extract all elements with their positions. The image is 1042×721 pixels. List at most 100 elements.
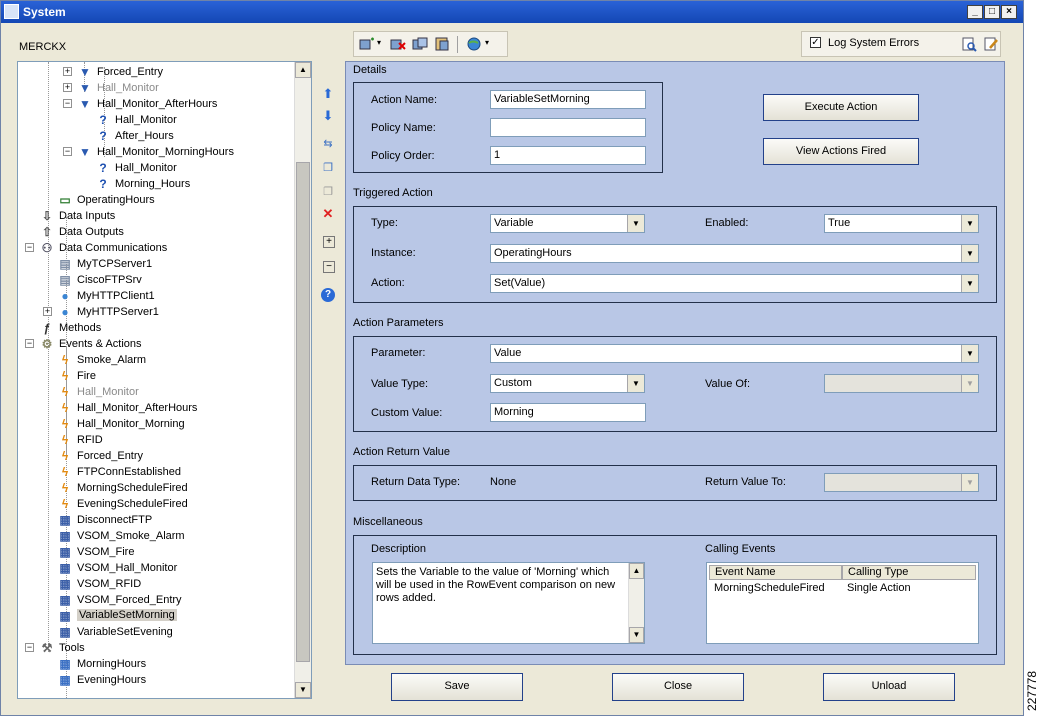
tree-item[interactable]: ϟ EveningScheduleFired: [18, 496, 296, 512]
close-button[interactable]: Close: [612, 673, 744, 701]
tree-item[interactable]: ▦ VSOM_Forced_Entry: [18, 592, 296, 608]
tree-item[interactable]: ▦ VariableSetEvening: [18, 624, 296, 640]
policy-order-field[interactable]: 1: [490, 146, 646, 165]
expand-icon[interactable]: +: [63, 83, 72, 92]
scroll-thumb[interactable]: [296, 162, 310, 662]
action-select[interactable]: Set(Value) ▼: [490, 274, 979, 293]
tree-item[interactable]: ? Hall_Monitor: [18, 160, 296, 176]
tree-item[interactable]: ⇧ Data Outputs: [18, 224, 296, 240]
tree-item[interactable]: ▦ VSOM_Smoke_Alarm: [18, 528, 296, 544]
delete-icon[interactable]: ✕: [320, 206, 336, 222]
move-in-icon[interactable]: ⇆: [320, 136, 336, 152]
tree-item[interactable]: ? After_Hours: [18, 128, 296, 144]
tree-item[interactable]: ▦ VSOM_Fire: [18, 544, 296, 560]
tree-item[interactable]: ▤ CiscoFTPSrv: [18, 272, 296, 288]
view-actions-fired-button[interactable]: View Actions Fired: [763, 138, 919, 165]
tree-item[interactable]: − ▼ Hall_Monitor_MorningHours: [18, 144, 296, 160]
type-select[interactable]: Variable ▼: [490, 214, 645, 233]
tree-item[interactable]: ▦ VSOM_RFID: [18, 576, 296, 592]
delete-item-icon[interactable]: [390, 37, 406, 51]
maximize-button[interactable]: □: [984, 5, 1000, 19]
copy-item-icon[interactable]: [412, 37, 428, 51]
value-type-select[interactable]: Custom ▼: [490, 374, 645, 393]
tree-item[interactable]: ϟ Smoke_Alarm: [18, 352, 296, 368]
tree-scrollbar[interactable]: ▲ ▼: [294, 62, 311, 698]
return-value-to-select[interactable]: ▼: [824, 473, 979, 492]
unload-button[interactable]: Unload: [823, 673, 955, 701]
tree-item[interactable]: ϟ Fire: [18, 368, 296, 384]
paste-item-icon[interactable]: [434, 37, 450, 51]
tree-item[interactable]: ▦ DisconnectFTP: [18, 512, 296, 528]
tree-item[interactable]: + ▼ Forced_Entry: [18, 64, 296, 80]
add-item-icon[interactable]: [359, 37, 375, 51]
globe-menu-icon[interactable]: [466, 37, 482, 51]
scroll-up-button[interactable]: ▲: [295, 62, 311, 78]
collapse-icon[interactable]: −: [25, 243, 34, 252]
save-button[interactable]: Save: [391, 673, 523, 701]
column-calling-type[interactable]: Calling Type: [842, 565, 976, 580]
tree-item[interactable]: − ⚇ Data Communications: [18, 240, 296, 256]
value-of-select[interactable]: ▼: [824, 374, 979, 393]
tree-item[interactable]: ƒ Methods: [18, 320, 296, 336]
tree-item[interactable]: ϟ MorningScheduleFired: [18, 480, 296, 496]
tree-item[interactable]: ? Morning_Hours: [18, 176, 296, 192]
tree-item[interactable]: ϟ Hall_Monitor_Morning: [18, 416, 296, 432]
paste-icon[interactable]: ❐: [320, 184, 336, 200]
tree-item[interactable]: ▭ OperatingHours: [18, 192, 296, 208]
description-scrollbar[interactable]: ▲ ▼: [628, 563, 644, 643]
tree-item[interactable]: ▦ VariableSetMorning: [18, 608, 296, 624]
tree-item[interactable]: ϟ RFID: [18, 432, 296, 448]
figure-code: 227778: [1025, 668, 1042, 718]
description-textarea[interactable]: Sets the Variable to the value of 'Morni…: [372, 562, 645, 644]
tree-item[interactable]: ϟ Hall_Monitor_AfterHours: [18, 400, 296, 416]
calling-events-list[interactable]: Event Name Calling Type MorningScheduleF…: [706, 562, 979, 644]
tree-item[interactable]: ● MyHTTPClient1: [18, 288, 296, 304]
instance-select[interactable]: OperatingHours ▼: [490, 244, 979, 263]
calling-event-name[interactable]: MorningScheduleFired: [714, 582, 825, 594]
action-name-field[interactable]: VariableSetMorning: [490, 90, 646, 109]
params-heading: Action Parameters: [353, 317, 444, 329]
custom-value-field[interactable]: Morning: [490, 403, 646, 422]
desc-scroll-down[interactable]: ▼: [629, 627, 644, 643]
tree-item[interactable]: + ● MyHTTPServer1: [18, 304, 296, 320]
move-up-icon[interactable]: ⬆: [320, 86, 336, 102]
tree-item[interactable]: ϟ FTPConnEstablished: [18, 464, 296, 480]
scroll-down-button[interactable]: ▼: [295, 682, 311, 698]
tree-item[interactable]: ϟ Hall_Monitor: [18, 384, 296, 400]
calling-event-type[interactable]: Single Action: [847, 582, 911, 594]
help-icon[interactable]: ?: [321, 288, 335, 302]
tree-item[interactable]: ϟ Forced_Entry: [18, 448, 296, 464]
column-event-name[interactable]: Event Name: [709, 565, 842, 580]
tree-item[interactable]: ⇩ Data Inputs: [18, 208, 296, 224]
policy-name-field[interactable]: [490, 118, 646, 137]
parameter-select[interactable]: Value ▼: [490, 344, 979, 363]
tree-item[interactable]: ▦ EveningHours: [18, 672, 296, 688]
collapse-icon[interactable]: −: [25, 643, 34, 652]
tree-item[interactable]: − ⚙ Events & Actions: [18, 336, 296, 352]
enabled-select[interactable]: True ▼: [824, 214, 979, 233]
expand-icon[interactable]: +: [43, 307, 52, 316]
collapse-icon[interactable]: −: [25, 339, 34, 348]
preview-icon[interactable]: [962, 37, 977, 52]
execute-action-button[interactable]: Execute Action: [763, 94, 919, 121]
collapse-icon[interactable]: −: [63, 99, 72, 108]
tree-item[interactable]: ▦ MorningHours: [18, 656, 296, 672]
edit-log-icon[interactable]: [984, 37, 999, 52]
desc-scroll-up[interactable]: ▲: [629, 563, 644, 579]
minimize-button[interactable]: _: [967, 5, 983, 19]
system-tree[interactable]: + ▼ Forced_Entry + ▼ Hall_Monitor − ▼ Hall_Monit…: [17, 61, 312, 699]
close-window-button[interactable]: ×: [1001, 5, 1017, 19]
expand-all-icon[interactable]: +: [323, 236, 335, 248]
collapse-icon[interactable]: −: [63, 147, 72, 156]
move-down-icon[interactable]: ⬇: [320, 108, 336, 124]
log-errors-checkbox[interactable]: ✓: [810, 37, 821, 48]
copy-icon[interactable]: ❐: [320, 160, 336, 176]
tree-item[interactable]: ▤ MyTCPServer1: [18, 256, 296, 272]
tree-item[interactable]: + ▼ Hall_Monitor: [18, 80, 296, 96]
tree-item[interactable]: − ⚒ Tools: [18, 640, 296, 656]
collapse-all-icon[interactable]: −: [323, 261, 335, 273]
tree-item[interactable]: − ▼ Hall_Monitor_AfterHours: [18, 96, 296, 112]
tree-item[interactable]: ▦ VSOM_Hall_Monitor: [18, 560, 296, 576]
expand-icon[interactable]: +: [63, 67, 72, 76]
tree-item[interactable]: ? Hall_Monitor: [18, 112, 296, 128]
